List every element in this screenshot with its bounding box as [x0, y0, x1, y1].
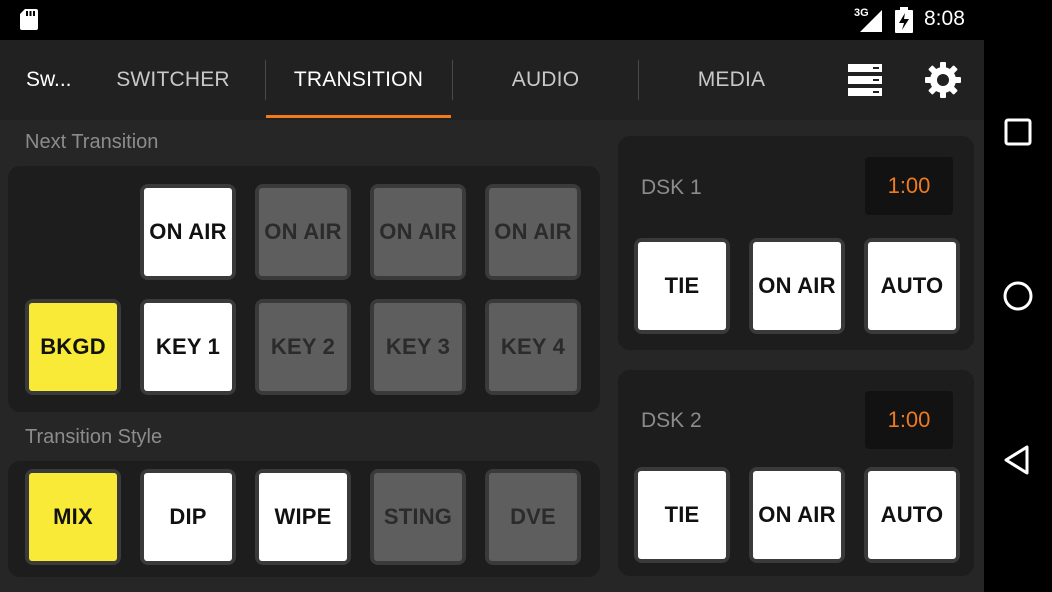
key4-button[interactable]: KEY 4 — [485, 299, 581, 395]
button-label: ON AIR — [753, 242, 841, 330]
button-label: AUTO — [868, 242, 956, 330]
settings-gear-icon[interactable] — [923, 60, 963, 100]
key3-button[interactable]: KEY 3 — [370, 299, 466, 395]
button-label: MIX — [29, 473, 117, 561]
button-label: KEY 2 — [259, 303, 347, 391]
key2-button[interactable]: KEY 2 — [255, 299, 351, 395]
toolbar: Sw... SWITCHER TRANSITION AUDIO MEDIA — [0, 40, 984, 120]
status-clock: 8:08 — [924, 7, 965, 30]
key1-on-air-button[interactable]: ON AIR — [140, 184, 236, 280]
button-label: AUTO — [868, 471, 956, 559]
button-label: TIE — [638, 242, 726, 330]
dsk1-label: DSK 1 — [641, 176, 702, 199]
dsk1-rate-display[interactable]: 1:00 — [865, 157, 953, 215]
tab-media[interactable]: MEDIA — [639, 40, 824, 120]
button-label: DVE — [489, 473, 577, 561]
button-label: BKGD — [29, 303, 117, 391]
button-label: ON AIR — [259, 188, 347, 276]
dsk2-tie-button[interactable]: TIE — [634, 467, 730, 563]
dsk1-tie-button[interactable]: TIE — [634, 238, 730, 334]
back-triangle-icon[interactable] — [1000, 442, 1036, 478]
button-label: ON AIR — [489, 188, 577, 276]
sd-card-icon — [20, 9, 38, 30]
dsk2-on-air-button[interactable]: ON AIR — [749, 467, 845, 563]
key3-on-air-button[interactable]: ON AIR — [370, 184, 466, 280]
app-title: Sw... — [26, 68, 72, 91]
button-label: DIP — [144, 473, 232, 561]
dsk2-rate-display[interactable]: 1:00 — [865, 391, 953, 449]
button-label: KEY 3 — [374, 303, 462, 391]
button-label: KEY 4 — [489, 303, 577, 391]
key1-button[interactable]: KEY 1 — [140, 299, 236, 395]
button-label: ON AIR — [144, 188, 232, 276]
dsk1-auto-button[interactable]: AUTO — [864, 238, 960, 334]
tab-switcher[interactable]: SWITCHER — [98, 40, 248, 120]
wipe-button[interactable]: WIPE — [255, 469, 351, 565]
next-transition-label: Next Transition — [25, 131, 159, 153]
tab-audio[interactable]: AUDIO — [453, 40, 638, 120]
button-label: ON AIR — [753, 471, 841, 559]
navigation-bar — [984, 40, 1052, 592]
button-label: STING — [374, 473, 462, 561]
tab-transition[interactable]: TRANSITION — [266, 40, 451, 120]
menu-list-icon[interactable] — [845, 60, 885, 100]
dve-button[interactable]: DVE — [485, 469, 581, 565]
home-circle-icon[interactable] — [1000, 278, 1036, 314]
dip-button[interactable]: DIP — [140, 469, 236, 565]
bkgd-button[interactable]: BKGD — [25, 299, 121, 395]
button-label: WIPE — [259, 473, 347, 561]
transition-style-label: Transition Style — [25, 426, 163, 448]
dsk1-on-air-button[interactable]: ON AIR — [749, 238, 845, 334]
sting-button[interactable]: STING — [370, 469, 466, 565]
button-label: ON AIR — [374, 188, 462, 276]
dsk2-label: DSK 2 — [641, 409, 702, 432]
button-label: TIE — [638, 471, 726, 559]
key4-on-air-button[interactable]: ON AIR — [485, 184, 581, 280]
button-label: KEY 1 — [144, 303, 232, 391]
signal-icon: 3G — [854, 7, 882, 32]
key2-on-air-button[interactable]: ON AIR — [255, 184, 351, 280]
status-bar: 3G 8:08 — [0, 0, 1052, 40]
recents-square-icon[interactable] — [1000, 114, 1036, 150]
battery-icon — [895, 7, 913, 33]
app-container: Sw... SWITCHER TRANSITION AUDIO MEDIA Ne… — [0, 40, 984, 592]
mix-button[interactable]: MIX — [25, 469, 121, 565]
dsk2-auto-button[interactable]: AUTO — [864, 467, 960, 563]
